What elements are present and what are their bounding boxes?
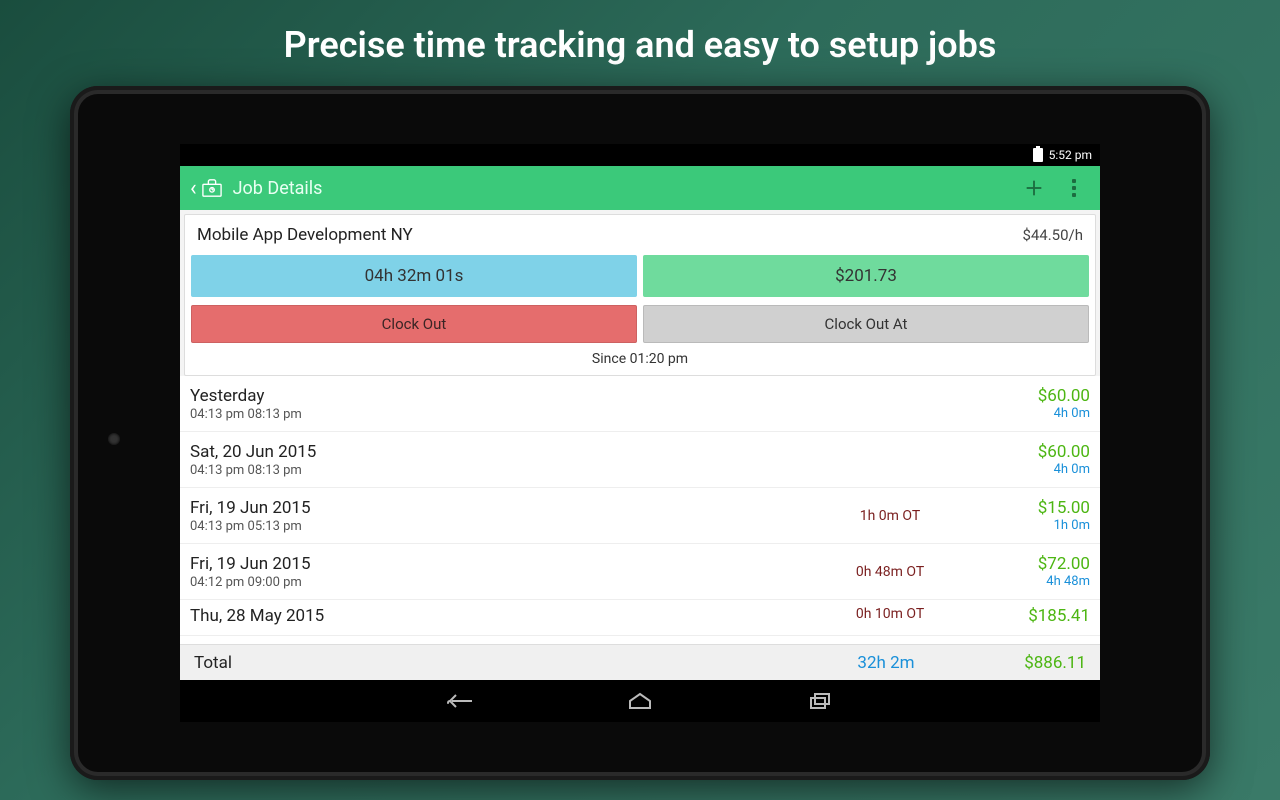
- entry-amount: $60.00: [970, 442, 1090, 462]
- entry-date: Thu, 28 May 2015: [190, 606, 810, 626]
- status-bar: 5:52 pm: [180, 144, 1100, 166]
- status-time: 5:52 pm: [1049, 148, 1092, 162]
- entry-amount: $15.00: [970, 498, 1090, 518]
- elapsed-time: 04h 32m 01s: [191, 255, 637, 297]
- briefcase-icon: [201, 178, 223, 198]
- camera-icon: [108, 433, 120, 445]
- total-time: 32h 2m: [806, 653, 966, 673]
- job-card: Mobile App Development NY $44.50/h 04h 3…: [184, 214, 1096, 376]
- since-label: Since 01:20 pm: [185, 347, 1095, 375]
- entry-date: Yesterday: [190, 386, 810, 406]
- entry-row[interactable]: Fri, 19 Jun 201504:12 pm 09:00 pm0h 48m …: [180, 544, 1100, 600]
- action-bar: ‹ Job Details: [180, 166, 1100, 210]
- entry-duration: 4h 48m: [970, 574, 1090, 589]
- entry-date: Fri, 19 Jun 2015: [190, 498, 810, 518]
- entry-row[interactable]: Yesterday04:13 pm 08:13 pm $60.004h 0m: [180, 376, 1100, 432]
- entry-amount: $60.00: [970, 386, 1090, 406]
- entry-amount: $72.00: [970, 554, 1090, 574]
- entry-row[interactable]: Sat, 20 Jun 201504:13 pm 08:13 pm $60.004…: [180, 432, 1100, 488]
- total-amount: $886.11: [966, 653, 1086, 673]
- job-name: Mobile App Development NY: [197, 225, 413, 245]
- entry-overtime: 1h 0m OT: [810, 508, 970, 524]
- nav-back-button[interactable]: [440, 681, 480, 721]
- entry-times: 04:13 pm 05:13 pm: [190, 519, 810, 534]
- entry-times: 04:13 pm 08:13 pm: [190, 463, 810, 478]
- entry-overtime: 0h 10m OT: [810, 606, 970, 622]
- nav-recent-button[interactable]: [800, 681, 840, 721]
- screen: 5:52 pm ‹ Job Details: [180, 144, 1100, 722]
- entry-amount: $185.41: [970, 606, 1090, 626]
- content: Mobile App Development NY $44.50/h 04h 3…: [180, 210, 1100, 680]
- entry-duration: 4h 0m: [970, 406, 1090, 421]
- entry-overtime: 0h 48m OT: [810, 564, 970, 580]
- entry-duration: 4h 0m: [970, 462, 1090, 477]
- add-button[interactable]: [1014, 168, 1054, 208]
- promo-title: Precise time tracking and easy to setup …: [0, 0, 1280, 66]
- clock-out-button[interactable]: Clock Out: [191, 305, 637, 343]
- tablet-frame: 5:52 pm ‹ Job Details: [70, 86, 1210, 780]
- entry-times: 04:13 pm 08:13 pm: [190, 407, 810, 422]
- earned-amount: $201.73: [643, 255, 1089, 297]
- entry-date: Sat, 20 Jun 2015: [190, 442, 810, 462]
- back-button[interactable]: ‹: [186, 176, 201, 201]
- entry-times: 04:12 pm 09:00 pm: [190, 575, 810, 590]
- entry-duration: 1h 0m: [970, 518, 1090, 533]
- page-title: Job Details: [233, 178, 1014, 199]
- clock-out-at-button[interactable]: Clock Out At: [643, 305, 1089, 343]
- entries-list: Yesterday04:13 pm 08:13 pm$60.004h 0mSat…: [180, 376, 1100, 644]
- overflow-menu-button[interactable]: [1054, 168, 1094, 208]
- job-rate: $44.50/h: [1022, 226, 1083, 244]
- battery-icon: [1033, 148, 1043, 162]
- entry-row[interactable]: Fri, 19 Jun 201504:13 pm 05:13 pm1h 0m O…: [180, 488, 1100, 544]
- entry-row[interactable]: Thu, 28 May 20150h 10m OT$185.41: [180, 600, 1100, 636]
- nav-home-button[interactable]: [620, 681, 660, 721]
- nav-bar: [180, 680, 1100, 722]
- total-row: Total 32h 2m $886.11: [180, 644, 1100, 680]
- entry-date: Fri, 19 Jun 2015: [190, 554, 810, 574]
- total-label: Total: [194, 653, 806, 673]
